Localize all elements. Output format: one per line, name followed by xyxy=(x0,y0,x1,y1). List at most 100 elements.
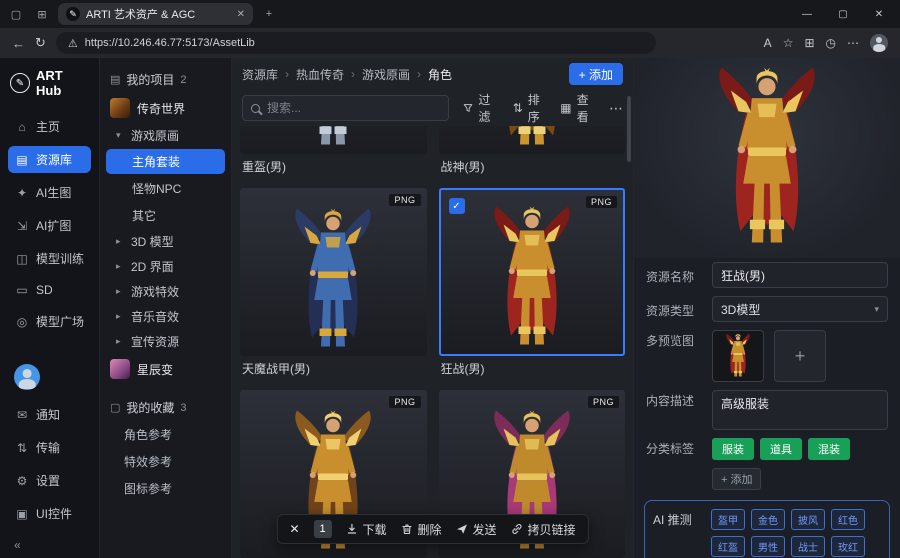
send-button[interactable]: 发送 xyxy=(456,521,497,538)
browser-tab[interactable]: ✎ ARTI 艺术资产 & AGC ✕ xyxy=(58,3,253,25)
maximize-icon[interactable]: ▢ xyxy=(828,9,858,20)
add-preview-button[interactable]: + xyxy=(774,330,826,382)
back-icon[interactable]: ← xyxy=(12,36,25,51)
copy-link-button[interactable]: 拷贝链接 xyxy=(511,521,576,538)
model-plaza-icon: ◎ xyxy=(15,315,29,329)
category-tag[interactable]: 服装 xyxy=(712,438,754,460)
minimize-icon[interactable]: — xyxy=(792,9,822,20)
search-input[interactable] xyxy=(267,101,440,115)
workspace-icon[interactable]: ▢ xyxy=(6,8,26,21)
ai-tag[interactable]: 玫红 xyxy=(831,536,865,557)
scrollbar-thumb[interactable] xyxy=(627,96,631,162)
tree-group-audio[interactable]: ▸ 音乐音效 xyxy=(100,304,231,329)
ai-tag[interactable]: 盔甲 xyxy=(711,509,745,530)
sidebar-item-notifications[interactable]: ✉ 通知 xyxy=(8,401,91,428)
favorite-star-icon[interactable]: ☆ xyxy=(783,36,794,50)
tree-group-vfx[interactable]: ▸ 游戏特效 xyxy=(100,279,231,304)
ai-tag[interactable]: 男性 xyxy=(751,536,785,557)
breadcrumb-item[interactable]: 资源库 xyxy=(242,66,278,83)
asset-card[interactable]: PNG 战神(男) xyxy=(439,126,626,178)
breadcrumb-item[interactable]: 角色 xyxy=(428,66,452,83)
sidebar-item-label: SD xyxy=(36,283,53,297)
sidebar-item-settings[interactable]: ⚙ 设置 xyxy=(8,467,91,494)
sidebar-item-ai-expand[interactable]: ⇲ AI扩图 xyxy=(8,212,91,239)
collections-icon[interactable]: ⊞ xyxy=(804,36,814,50)
tree-group-promo[interactable]: ▸ 宣传资源 xyxy=(100,329,231,354)
browser-window: ▢ ⊞ ✎ ARTI 艺术资产 & AGC ✕ + — ▢ ✕ ← ↻ ⚠ ht… xyxy=(0,0,900,558)
category-tag[interactable]: 道具 xyxy=(760,438,802,460)
tree-group-3d-models[interactable]: ▸ 3D 模型 xyxy=(100,229,231,254)
sidebar-item-label: 资源库 xyxy=(36,151,72,168)
favorite-item-character-ref[interactable]: 角色参考 xyxy=(100,421,231,448)
tree-item-others[interactable]: 其它 xyxy=(100,202,231,229)
add-asset-button[interactable]: + 添加 xyxy=(569,63,623,85)
user-avatar[interactable] xyxy=(14,364,40,390)
description-label: 内容描述 xyxy=(646,390,704,409)
refresh-icon[interactable]: ↻ xyxy=(35,35,46,51)
sidebar-item-model-training[interactable]: ◫ 模型训练 xyxy=(8,245,91,272)
address-bar[interactable]: ⚠ https://10.246.46.77:5173/AssetLib xyxy=(56,32,656,54)
delete-button[interactable]: 删除 xyxy=(401,521,442,538)
tree-group-2d-ui[interactable]: ▸ 2D 界面 xyxy=(100,254,231,279)
asset-card[interactable]: PNG 天魔战甲(男) xyxy=(240,188,427,380)
add-tag-button[interactable]: + 添加 xyxy=(712,468,761,490)
favorite-item-vfx-ref[interactable]: 特效参考 xyxy=(100,448,231,475)
tab-close-icon[interactable]: ✕ xyxy=(237,9,245,20)
tree-item-hero-suits[interactable]: 主角套装 xyxy=(106,149,225,174)
main-header: 资源库 热血传奇 游戏原画 角色 + 添加 xyxy=(232,58,633,90)
description-textarea[interactable]: 高级服装 xyxy=(712,390,888,430)
ai-tag[interactable]: 红色 xyxy=(831,509,865,530)
browser-tabbar: ▢ ⊞ ✎ ARTI 艺术资产 & AGC ✕ + — ▢ ✕ xyxy=(0,0,900,28)
browser-profile-avatar[interactable] xyxy=(870,34,888,52)
expand-icon: ⇲ xyxy=(15,219,29,233)
read-aloud-icon[interactable]: A xyxy=(764,36,772,50)
tree-item-monster-npc[interactable]: 怪物NPC xyxy=(100,175,231,202)
favorite-item-icon-ref[interactable]: 图标参考 xyxy=(100,475,231,502)
project-tree-panel: ▤ 我的项目 2 传奇世界 ▾ 游戏原画 主角套装 怪物NPC 其它 ▸ 3D … xyxy=(100,58,232,558)
preview-thumbnail[interactable] xyxy=(712,330,764,382)
sidebar-item-transfer[interactable]: ⇅ 传输 xyxy=(8,434,91,461)
sort-button[interactable]: ⇅ 排序 xyxy=(513,91,547,125)
sidebar-item-sd[interactable]: ▭ SD xyxy=(8,278,91,302)
download-button[interactable]: 下载 xyxy=(346,521,387,538)
tree-group-concept-art[interactable]: ▾ 游戏原画 xyxy=(100,123,231,148)
ai-tag[interactable]: 金色 xyxy=(751,509,785,530)
tab-list-icon[interactable]: ⊞ xyxy=(32,8,52,21)
history-icon[interactable]: ◷ xyxy=(826,36,836,50)
project-item-legend-world[interactable]: 传奇世界 xyxy=(100,93,231,123)
sidebar-item-ui-widgets[interactable]: ▣ UI控件 xyxy=(8,500,91,527)
sd-icon: ▭ xyxy=(15,283,29,297)
new-tab-icon[interactable]: + xyxy=(259,8,279,20)
sidebar-item-ai-image[interactable]: ✦ AI生图 xyxy=(8,179,91,206)
character-art xyxy=(487,202,577,352)
asset-card-selected[interactable]: ✓ PNG 狂战(男) xyxy=(439,188,626,380)
ai-tag[interactable]: 战士 xyxy=(791,536,825,557)
sidebar-item-home[interactable]: ⌂ 主页 xyxy=(8,113,91,140)
search-box[interactable] xyxy=(242,95,449,121)
asset-type-select[interactable]: 3D模型 ▾ xyxy=(712,296,888,322)
ai-tag[interactable]: 披风 xyxy=(791,509,825,530)
filter-button[interactable]: 过滤 xyxy=(463,91,498,125)
collapse-sidebar-button[interactable]: « xyxy=(0,530,99,552)
sidebar-item-assets[interactable]: ▤ 资源库 xyxy=(8,146,91,173)
breadcrumb-item[interactable]: 游戏原画 xyxy=(362,66,410,83)
asset-card[interactable]: PNG 重盔(男) xyxy=(240,126,427,178)
view-button[interactable]: ▦ 查看 xyxy=(560,91,595,125)
checkbox-checked-icon[interactable]: ✓ xyxy=(449,198,465,214)
breadcrumb-item[interactable]: 热血传奇 xyxy=(296,66,344,83)
close-icon[interactable]: ✕ xyxy=(864,9,894,20)
category-tag[interactable]: 混装 xyxy=(808,438,850,460)
more-menu-icon[interactable]: ⋯ xyxy=(847,36,859,50)
breadcrumb-separator xyxy=(417,67,421,81)
asset-name-input[interactable] xyxy=(712,262,888,288)
link-icon xyxy=(511,523,523,535)
chevron-down-icon: ▾ xyxy=(874,304,879,315)
sidebar-item-model-plaza[interactable]: ◎ 模型广场 xyxy=(8,308,91,335)
ai-tag[interactable]: 红盔 xyxy=(711,536,745,557)
tree-gap xyxy=(100,384,231,394)
more-options-icon[interactable]: ⋯ xyxy=(609,100,623,117)
project-item-xingchenbian[interactable]: 星辰变 xyxy=(100,354,231,384)
clear-selection-icon[interactable]: ✕ xyxy=(289,522,299,536)
ai-inference-label: AI 推测 xyxy=(653,509,703,528)
chevron-right-icon: ▸ xyxy=(116,311,126,322)
